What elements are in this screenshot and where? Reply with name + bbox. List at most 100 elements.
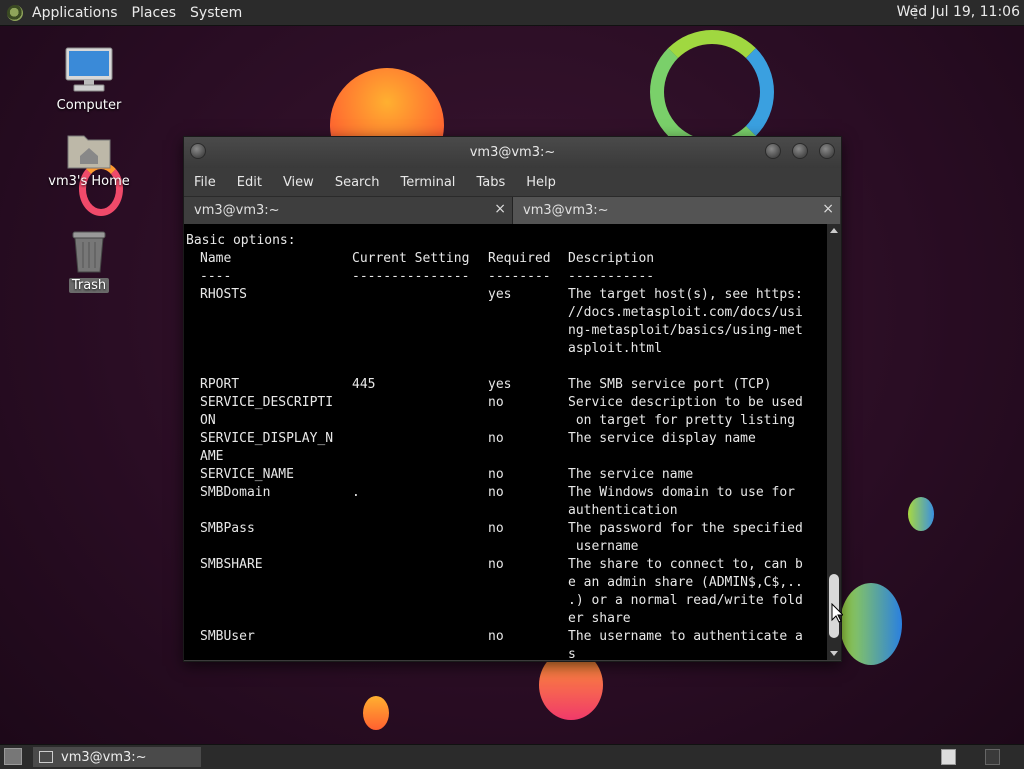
column-header: Required xyxy=(488,251,551,266)
scroll-up-icon[interactable] xyxy=(830,228,838,233)
option-description: The username to authenticate a xyxy=(568,629,803,644)
menu-places[interactable]: Places xyxy=(132,5,177,21)
option-name: SMBDomain xyxy=(200,485,271,500)
option-description: e an admin share (ADMIN$,C$,.. xyxy=(568,575,803,590)
tab-2-close-icon[interactable]: × xyxy=(822,201,834,217)
tab-bar: vm3@vm3:~ × vm3@vm3:~ × xyxy=(184,196,841,224)
trash-icon xyxy=(72,231,106,273)
options-heading: Basic options: xyxy=(186,233,296,248)
option-description: The password for the specified xyxy=(568,521,803,536)
option-description: s xyxy=(568,647,576,660)
window-title: vm3@vm3:~ xyxy=(469,145,556,160)
desktop-icon-home-label: vm3's Home xyxy=(48,174,130,189)
option-required: yes xyxy=(488,287,512,302)
option-name: SMBSHARE xyxy=(200,557,263,572)
option-description: The target host(s), see https: xyxy=(568,287,803,302)
option-description: .) or a normal read/write fold xyxy=(568,593,803,608)
option-name: SMBUser xyxy=(200,629,255,644)
option-name: RHOSTS xyxy=(200,287,247,302)
option-required: no xyxy=(488,521,504,536)
taskbar-item-label: vm3@vm3:~ xyxy=(61,749,147,765)
option-name: SERVICE_DISPLAY_N xyxy=(200,431,334,446)
window-titlebar[interactable]: vm3@vm3:~ xyxy=(184,137,841,168)
show-desktop-icon[interactable] xyxy=(4,748,22,765)
mouse-cursor-icon xyxy=(831,603,843,623)
taskbar-item-terminal[interactable]: vm3@vm3:~ xyxy=(33,747,201,767)
option-required: no xyxy=(488,467,504,482)
option-description: The service name xyxy=(568,467,694,482)
desktop-icon-computer-label: Computer xyxy=(56,98,122,113)
option-required: no xyxy=(488,629,504,644)
workspace-1[interactable] xyxy=(941,749,956,765)
option-required: yes xyxy=(488,377,512,392)
menu-applications[interactable]: Applications xyxy=(32,5,118,21)
option-setting: 445 xyxy=(352,377,376,392)
option-required: no xyxy=(488,395,504,410)
column-header: Name xyxy=(200,251,232,266)
menu-help[interactable]: Help xyxy=(526,175,556,190)
menubar: File Edit View Search Terminal Tabs Help xyxy=(184,168,841,196)
menu-terminal[interactable]: Terminal xyxy=(400,175,455,190)
column-header: Current Setting xyxy=(352,251,470,266)
menu-view[interactable]: View xyxy=(283,175,314,190)
minimize-button[interactable] xyxy=(765,143,781,159)
option-name: SERVICE_DESCRIPTI xyxy=(200,395,334,410)
menu-search[interactable]: Search xyxy=(335,175,380,190)
terminal-scrollbar[interactable] xyxy=(827,224,841,660)
tab-2[interactable]: vm3@vm3:~ × xyxy=(512,197,840,224)
distro-logo-icon[interactable] xyxy=(7,4,23,21)
option-required: no xyxy=(488,431,504,446)
workspace-2[interactable] xyxy=(985,749,1000,765)
tab-1-label: vm3@vm3:~ xyxy=(194,203,280,218)
option-description: The share to connect to, can b xyxy=(568,557,803,572)
option-description: The Windows domain to use for xyxy=(568,485,795,500)
option-name: ON xyxy=(200,413,216,428)
terminal-output[interactable]: Basic options: Name Current Setting Require… xyxy=(184,224,827,660)
maximize-button[interactable] xyxy=(792,143,808,159)
tab-1[interactable]: vm3@vm3:~ × xyxy=(184,197,512,224)
top-panel: Applications Places System Wed Jul 19, 1… xyxy=(0,0,1024,26)
home-folder-icon xyxy=(67,135,111,169)
desktop-icon-home[interactable]: vm3's Home xyxy=(44,130,134,189)
option-description: authentication xyxy=(568,503,678,518)
column-header: Description xyxy=(568,251,655,266)
tab-2-label: vm3@vm3:~ xyxy=(523,203,609,218)
option-description: //docs.metasploit.com/docs/usi xyxy=(568,305,803,320)
column-underline: ----------- xyxy=(568,269,655,284)
option-description: er share xyxy=(568,611,631,626)
terminal-icon xyxy=(39,751,53,763)
desktop-icon-trash[interactable]: Trash xyxy=(44,228,134,293)
green-blue-bubble-small xyxy=(908,497,934,531)
option-required: no xyxy=(488,557,504,572)
option-name: SMBPass xyxy=(200,521,255,536)
option-description: asploit.html xyxy=(568,341,662,356)
option-name: RPORT xyxy=(200,377,240,392)
column-underline: --------------- xyxy=(352,269,470,284)
scroll-down-icon[interactable] xyxy=(830,651,838,656)
column-underline: ---- xyxy=(200,269,232,284)
option-name: SERVICE_NAME xyxy=(200,467,294,482)
terminal-window: vm3@vm3:~ File Edit View Search Terminal… xyxy=(183,136,842,662)
option-description: username xyxy=(568,539,639,554)
computer-icon xyxy=(65,47,113,92)
desktop-icon-trash-label: Trash xyxy=(68,278,110,293)
green-blue-bubble-large xyxy=(840,583,902,665)
bottom-panel: vm3@vm3:~ xyxy=(0,744,1024,769)
column-underline: -------- xyxy=(488,269,551,284)
option-description: on target for pretty listing xyxy=(568,413,795,428)
option-setting: . xyxy=(352,485,360,500)
menu-tabs[interactable]: Tabs xyxy=(476,175,505,190)
desktop-icon-computer[interactable]: Computer xyxy=(44,46,134,113)
clock[interactable]: Wed Jul 19, 11:06 xyxy=(897,4,1020,20)
option-name: AME xyxy=(200,449,224,464)
menu-system[interactable]: System xyxy=(190,5,242,21)
menu-edit[interactable]: Edit xyxy=(237,175,262,190)
option-description: Service description to be used xyxy=(568,395,803,410)
option-required: no xyxy=(488,485,504,500)
close-button[interactable] xyxy=(819,143,835,159)
orange-bubble-small xyxy=(363,696,389,730)
option-description: The service display name xyxy=(568,431,756,446)
menu-file[interactable]: File xyxy=(194,175,216,190)
tab-1-close-icon[interactable]: × xyxy=(494,201,506,217)
option-description: The SMB service port (TCP) xyxy=(568,377,772,392)
